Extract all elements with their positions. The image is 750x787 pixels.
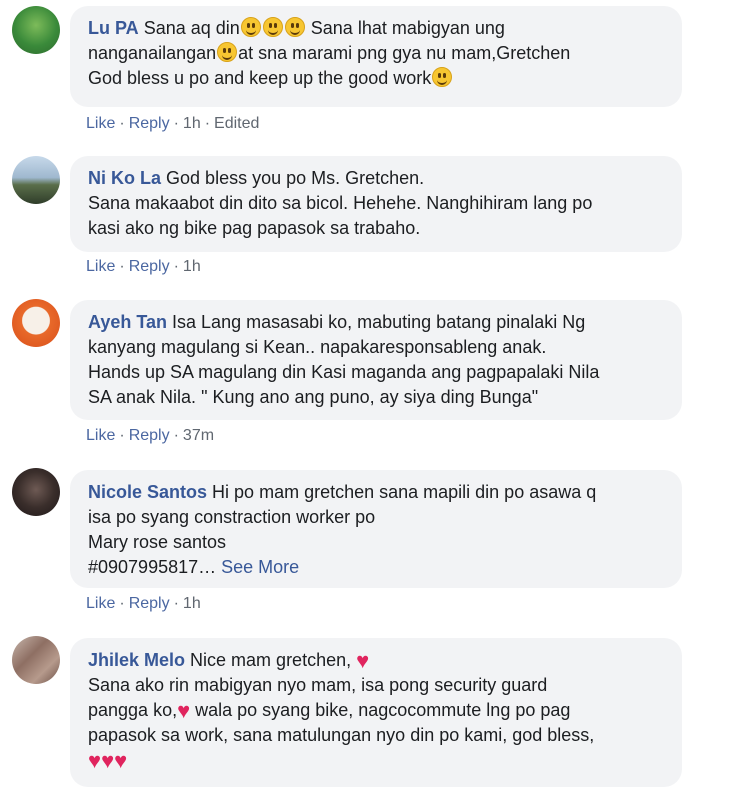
grinning-face-emoji-icon [240,17,261,37]
comment-text: Ni Ko La God bless you po Ms. Gretchen. … [88,166,664,241]
comment-actions: Like · Reply · 1h [86,257,201,277]
comment-author[interactable]: Jhilek Melo [88,650,185,670]
separator: · [119,595,125,612]
red-heart-emoji-icon: ♥ [356,648,370,673]
reply-link[interactable]: Reply [129,595,170,612]
like-link[interactable]: Like [86,427,115,444]
comment-list: Lu PA Sana aq din Sana lhat mabigyan ung… [0,0,750,787]
comment-text-line: Nice mam gretchen, [190,650,352,670]
comment-actions: Like · Reply · 1h · Edited [86,114,259,134]
separator: · [173,595,179,612]
grinning-face-emoji-icon [284,17,305,37]
separator: · [119,427,125,444]
like-link[interactable]: Like [86,595,115,612]
comment-text-line: SA anak Nila. " Kung ano ang puno, ay si… [88,387,539,407]
separator: · [173,115,179,132]
comment-text: Ayeh Tan Isa Lang masasabi ko, mabuting … [88,310,664,410]
separator: · [119,258,125,275]
comment-text: Nicole Santos Hi po mam gretchen sana ma… [88,480,664,580]
comment-text: Jhilek Melo Nice mam gretchen, ♥ Sana ak… [88,648,664,773]
separator: · [119,115,125,132]
comment-text-line: Hands up SA magulang din Kasi maganda an… [88,362,600,382]
reply-link[interactable]: Reply [129,258,170,275]
edited-label[interactable]: Edited [214,115,259,132]
grinning-face-emoji-icon [217,42,238,62]
red-heart-emoji-icon: ♥ [177,698,191,723]
grinning-face-emoji-icon [262,17,283,37]
separator: · [204,115,211,132]
avatar[interactable] [12,299,60,347]
avatar[interactable] [12,636,60,684]
separator: · [173,427,179,444]
comment-author[interactable]: Ni Ko La [88,168,161,188]
red-heart-emoji-icon: ♥ [88,748,102,773]
like-link[interactable]: Like [86,258,115,275]
comment-text-line: papasok sa work, sana matulungan nyo din… [88,725,595,745]
comment-text-line: Sana lhat mabigyan ung [305,18,505,38]
comment-time[interactable]: 1h [183,258,201,275]
comment-text-line: Hi po mam gretchen sana mapili din po as… [212,482,597,502]
comment-bubble: Nicole Santos Hi po mam gretchen sana ma… [70,470,682,588]
comment-text-line: kanyang magulang si Kean.. napakarespons… [88,337,547,357]
comment-text: Lu PA Sana aq din Sana lhat mabigyan ung… [88,16,664,91]
comment-text-line: God bless you po Ms. Gretchen. [166,168,425,188]
comment-text-line: Sana makaabot din dito sa bicol. Hehehe.… [88,193,593,213]
comment-text-line: pangga ko, [88,700,178,720]
comment-text-line: kasi ako ng bike pag papasok sa trabaho. [88,218,421,238]
comment-actions: Like · Reply · 1h [86,594,201,614]
comment-text-line: nanganailangan [88,43,217,63]
comment-actions: Like · Reply · 37m [86,426,214,446]
comment-author[interactable]: Ayeh Tan [88,312,167,332]
avatar[interactable] [12,468,60,516]
red-heart-emoji-icon: ♥ [101,748,115,773]
comment-time[interactable]: 37m [183,427,214,444]
comment-author[interactable]: Nicole Santos [88,482,207,502]
comment-text-line: Mary rose santos [88,532,227,552]
reply-link[interactable]: Reply [129,427,170,444]
comment-text-line: isa po syang constraction worker po [88,507,376,527]
comment-time[interactable]: 1h [183,595,201,612]
comment-text-line: God bless u po and keep up the good work [88,68,432,88]
comment-text-line: Sana aq din [143,18,240,38]
grinning-face-emoji-icon [432,67,453,87]
comment-bubble: Jhilek Melo Nice mam gretchen, ♥ Sana ak… [70,638,682,787]
comment-text-line: at sna marami png gya nu mam,Gretchen [238,43,571,63]
comment-bubble: Ayeh Tan Isa Lang masasabi ko, mabuting … [70,300,682,420]
comment-text-line: Isa Lang masasabi ko, mabuting batang pi… [172,312,586,332]
avatar[interactable] [12,6,60,54]
avatar[interactable] [12,156,60,204]
comment-time[interactable]: 1h [183,115,201,132]
comment-bubble: Ni Ko La God bless you po Ms. Gretchen. … [70,156,682,252]
comment-bubble: Lu PA Sana aq din Sana lhat mabigyan ung… [70,6,682,107]
separator: · [173,258,179,275]
comment-text-line: wala po syang bike, nagcocommute lng po … [190,700,571,720]
comment-text-line: #0907995817… [88,557,217,577]
like-link[interactable]: Like [86,115,115,132]
comment-text-line: Sana ako rin mabigyan nyo mam, isa pong … [88,675,548,695]
red-heart-emoji-icon: ♥ [114,748,128,773]
see-more-link[interactable]: See More [221,557,299,577]
reply-link[interactable]: Reply [129,115,170,132]
comment-author[interactable]: Lu PA [88,18,139,38]
